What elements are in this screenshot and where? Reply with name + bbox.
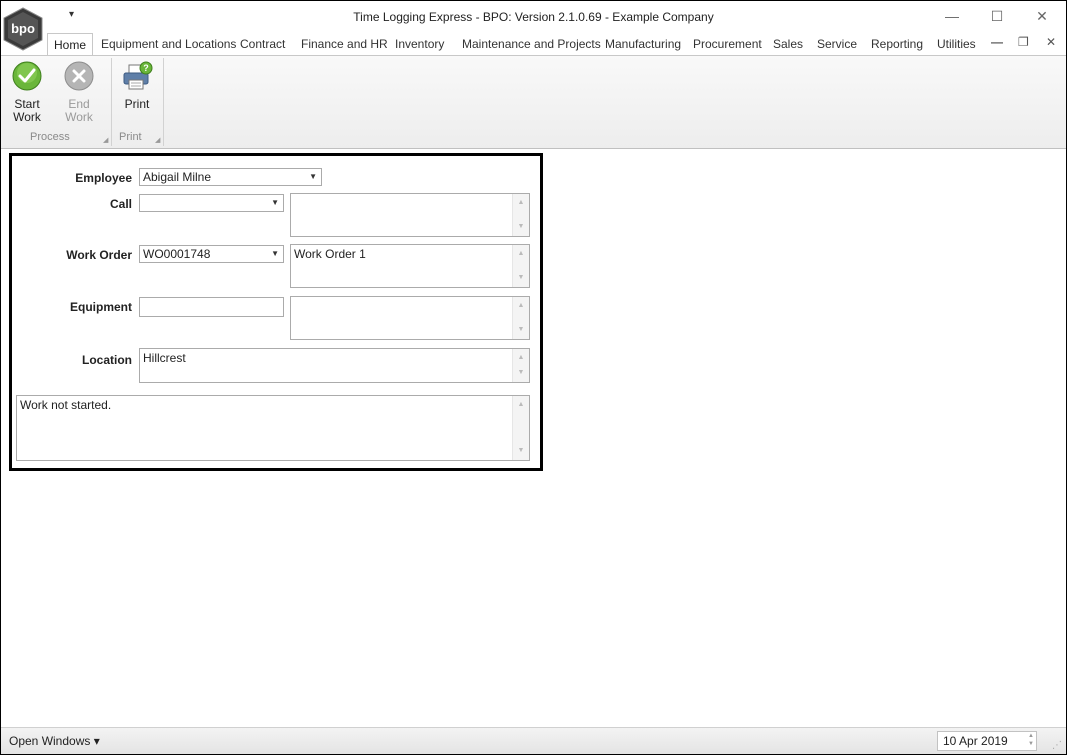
- tab-reporting[interactable]: Reporting: [871, 33, 923, 55]
- scrollbar[interactable]: ▲ ▼: [512, 245, 529, 287]
- print-label: Print: [124, 97, 150, 111]
- call-dropdown[interactable]: ▼: [139, 194, 284, 212]
- equipment-description[interactable]: ▲ ▼: [290, 296, 530, 340]
- start-work-label-line2: Work: [13, 110, 41, 124]
- start-work-button[interactable]: Start Work: [9, 61, 45, 124]
- ribbon-panel: Start Work End Work ? Print Process ◢ Pr…: [1, 55, 1066, 149]
- group-separator: [163, 58, 164, 146]
- employee-value: Abigail Milne: [143, 170, 212, 184]
- end-work-label: End Work: [65, 97, 93, 124]
- work-order-description[interactable]: Work Order 1 ▲ ▼: [290, 244, 530, 288]
- chevron-down-icon[interactable]: ▼: [309, 169, 317, 185]
- mdi-close-button[interactable]: ✕: [1046, 35, 1056, 49]
- scrollbar[interactable]: ▲ ▼: [512, 297, 529, 339]
- mdi-minimize-button[interactable]: —: [991, 35, 1003, 49]
- date-value: 10 Apr 2019: [943, 734, 1008, 748]
- scrollbar[interactable]: ▲ ▼: [512, 349, 529, 382]
- window-title: Time Logging Express - BPO: Version 2.1.…: [353, 10, 714, 24]
- work-order-dropdown[interactable]: WO0001748 ▼: [139, 245, 284, 263]
- x-circle-icon: [53, 61, 105, 94]
- tab-service[interactable]: Service: [817, 33, 857, 55]
- equipment-label: Equipment: [70, 300, 132, 314]
- scrollbar[interactable]: ▲ ▼: [512, 194, 529, 236]
- tab-utilities[interactable]: Utilities: [937, 33, 976, 55]
- svg-text:?: ?: [143, 63, 149, 73]
- status-bar: Open Windows ▾ 10 Apr 2019 ▲ ▼ ⋰: [1, 727, 1066, 754]
- work-order-value: WO0001748: [143, 247, 211, 261]
- employee-dropdown[interactable]: Abigail Milne ▼: [139, 168, 322, 186]
- work-order-label: Work Order: [66, 248, 132, 262]
- call-label: Call: [109, 197, 132, 211]
- app-window: bpo ▾ Time Logging Express - BPO: Versio…: [0, 0, 1067, 755]
- work-status-text: Work not started.: [20, 398, 112, 412]
- work-status-memo[interactable]: Work not started. ▲ ▼: [16, 395, 530, 461]
- work-order-description-text: Work Order 1: [294, 247, 366, 261]
- group-label-print: Print: [119, 131, 142, 143]
- close-button[interactable]: ✕: [1027, 5, 1057, 27]
- end-work-button[interactable]: End Work: [53, 61, 105, 124]
- ribbon-tabs: Home Equipment and Locations Contract Fi…: [1, 33, 1066, 56]
- employee-label: Employee: [75, 171, 132, 185]
- location-value: Hillcrest: [143, 351, 186, 365]
- tab-sales[interactable]: Sales: [773, 33, 803, 55]
- equipment-field[interactable]: [139, 297, 284, 317]
- resize-grip-icon[interactable]: ⋰: [1052, 740, 1062, 751]
- group-separator: [111, 58, 112, 146]
- call-description[interactable]: ▲ ▼: [290, 193, 530, 237]
- chevron-down-icon[interactable]: ▼: [271, 195, 279, 211]
- title-bar: bpo ▾ Time Logging Express - BPO: Versio…: [1, 1, 1066, 51]
- date-spinner[interactable]: 10 Apr 2019 ▲ ▼: [937, 731, 1037, 751]
- tab-maintenance-and-projects[interactable]: Maintenance and Projects: [462, 33, 601, 55]
- logo-text: bpo: [11, 21, 35, 36]
- process-group-launcher-icon[interactable]: ◢: [103, 136, 108, 144]
- tab-equipment-and-locations[interactable]: Equipment and Locations: [101, 33, 236, 55]
- group-label-process: Process: [30, 131, 70, 143]
- tab-home[interactable]: Home: [47, 33, 94, 56]
- tab-finance-and-hr[interactable]: Finance and HR: [301, 33, 388, 55]
- maximize-button[interactable]: ☐: [982, 5, 1012, 27]
- tab-procurement[interactable]: Procurement: [693, 33, 762, 55]
- chevron-down-icon[interactable]: ▼: [271, 246, 279, 262]
- scrollbar[interactable]: ▲ ▼: [512, 396, 529, 460]
- check-circle-icon: [9, 61, 45, 94]
- bpo-logo[interactable]: bpo: [2, 7, 44, 51]
- tab-manufacturing[interactable]: Manufacturing: [605, 33, 681, 55]
- open-windows-dropdown[interactable]: Open Windows ▾: [9, 734, 100, 748]
- tab-contract[interactable]: Contract: [240, 33, 285, 55]
- tab-inventory[interactable]: Inventory: [395, 33, 444, 55]
- printer-help-icon: ?: [119, 61, 155, 94]
- minimize-button[interactable]: —: [937, 5, 967, 27]
- spin-arrows-icon[interactable]: ▲ ▼: [1028, 732, 1034, 748]
- print-button[interactable]: ? Print: [119, 61, 155, 111]
- location-field[interactable]: Hillcrest ▲ ▼: [139, 348, 530, 383]
- time-logging-form: Employee Abigail Milne ▼ Call ▼ ▲ ▼ Work …: [9, 153, 543, 471]
- location-label: Location: [82, 353, 132, 367]
- print-group-launcher-icon[interactable]: ◢: [155, 136, 160, 144]
- mdi-restore-button[interactable]: ❐: [1018, 35, 1029, 49]
